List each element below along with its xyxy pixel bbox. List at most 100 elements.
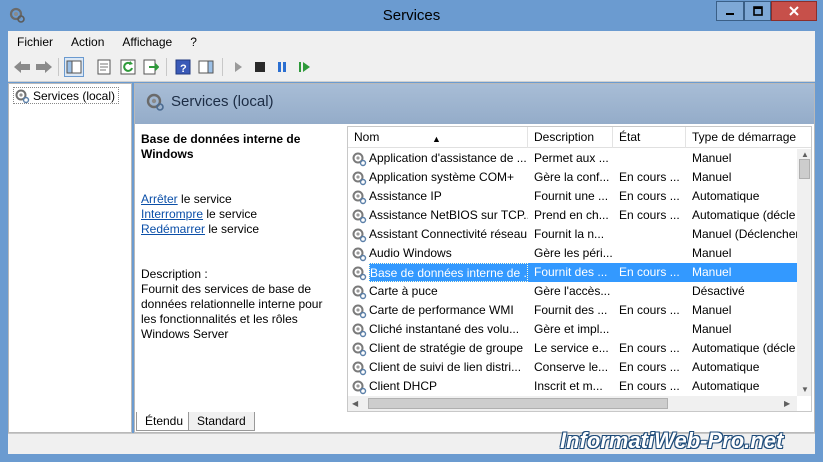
table-row[interactable]: Assistance NetBIOS sur TCP... Prend en ch… (348, 206, 797, 225)
service-description: Prend en ch... (534, 208, 609, 222)
service-state: En cours ... (619, 341, 680, 355)
tree-item-services-local[interactable]: Services (local) (13, 87, 120, 104)
table-row[interactable]: Client DHCP Inscrit et m... En cours ... Au… (348, 377, 797, 396)
column-header-description[interactable]: Description (528, 127, 613, 148)
service-description: Le service e... (534, 341, 609, 355)
service-startup-type: Manuel (692, 151, 732, 165)
export-list-button[interactable] (141, 57, 161, 77)
show-hide-console-tree-button[interactable] (64, 57, 84, 77)
menu-action[interactable]: Action (62, 32, 113, 52)
table-row[interactable]: Cliché instantané des volu... Gère et imp… (348, 320, 797, 339)
scroll-left-icon[interactable]: ◀ (352, 399, 358, 408)
name-cell: Carte de performance WMI (348, 301, 528, 320)
restart-service-button[interactable] (295, 57, 315, 77)
service-name: Cliché instantané des volu... (369, 322, 520, 336)
scroll-down-icon[interactable]: ▼ (801, 385, 809, 394)
properties-button[interactable] (94, 57, 114, 77)
start-service-button[interactable] (228, 57, 248, 77)
service-state (613, 282, 686, 301)
maximize-icon (752, 6, 763, 16)
service-state: En cours ... (619, 189, 680, 203)
maximize-button[interactable] (744, 1, 771, 21)
help-button[interactable]: ? (173, 57, 193, 77)
menu-help[interactable]: ? (181, 32, 206, 52)
pause-icon (278, 62, 286, 72)
tab-standard[interactable]: Standard (188, 412, 255, 431)
show-action-pane-button[interactable] (196, 57, 216, 77)
back-button[interactable] (12, 57, 32, 77)
table-row[interactable]: Assistance IP Fournit une ... En cours ...… (348, 187, 797, 206)
service-name: Application d'assistance de ... (369, 151, 527, 165)
name-cell: Application d'assistance de ... (348, 149, 528, 168)
service-state: En cours ... (619, 379, 680, 393)
help-icon: ? (175, 59, 191, 75)
service-name: Assistance IP (369, 189, 442, 203)
name-cell: Cliché instantané des volu... (348, 320, 528, 339)
service-name: Assistant Connectivité réseau (369, 227, 528, 241)
column-header-state[interactable]: État (613, 127, 686, 148)
service-gear-icon (352, 361, 367, 376)
service-startup-type: Automatique (692, 360, 760, 374)
name-cell: Client de suivi de lien distri... (348, 358, 528, 377)
service-name: Client de suivi de lien distri... (369, 360, 522, 374)
tab-extended[interactable]: Étendu (136, 412, 193, 431)
table-row[interactable]: Audio Windows Gère les péri... Manuel (348, 244, 797, 263)
pause-service-button[interactable] (272, 57, 292, 77)
menu-view[interactable]: Affichage (113, 32, 181, 52)
name-cell: Base de données interne de ... (348, 263, 528, 282)
service-startup-type: Automatique (692, 189, 760, 203)
service-description: Gère l'accès... (534, 284, 611, 298)
refresh-button[interactable] (118, 57, 138, 77)
toolbar-separator (58, 58, 59, 76)
close-icon (789, 6, 799, 16)
table-row[interactable]: Application système COM+ Gère la conf... E… (348, 168, 797, 187)
stop-service-link[interactable]: Arrêter (141, 192, 178, 206)
title-bar[interactable]: Services (0, 0, 823, 31)
horizontal-scroll-thumb[interactable] (368, 398, 668, 409)
service-name: Client DHCP (369, 379, 438, 393)
restart-service-link[interactable]: Redémarrer (141, 222, 205, 236)
minimize-icon (726, 13, 734, 15)
column-header-name[interactable]: Nom ▲ (348, 127, 528, 148)
table-row[interactable]: Base de données interne de ... Fournit de… (348, 263, 797, 282)
forward-button[interactable] (34, 57, 54, 77)
service-startup-type: Manuel (Déclencher (692, 227, 797, 241)
vertical-scroll-thumb[interactable] (799, 159, 810, 179)
minimize-button[interactable] (716, 1, 744, 21)
description-label: Description : (141, 267, 208, 281)
pause-service-link[interactable]: Interrompre (141, 207, 203, 221)
service-description: Fournit des ... (528, 263, 613, 282)
table-row[interactable]: Carte à puce Gère l'accès... Désactivé (348, 282, 797, 301)
watermark: InformatiWeb-Pro.net (560, 428, 784, 453)
properties-icon (97, 59, 111, 75)
service-state: En cours ... (619, 170, 680, 184)
table-row[interactable]: Assistant Connectivité réseau Fournit la … (348, 225, 797, 244)
table-row[interactable]: Client de suivi de lien distri... Conserv… (348, 358, 797, 377)
horizontal-scrollbar[interactable]: ◀ ▶ (348, 396, 797, 411)
table-row[interactable]: Client de stratégie de groupe Le service … (348, 339, 797, 358)
vertical-scrollbar[interactable]: ▲ ▼ (797, 149, 811, 396)
menu-file[interactable]: Fichier (8, 32, 62, 52)
stop-service-button[interactable] (250, 57, 270, 77)
table-row[interactable]: Application d'assistance de ... Permet au… (348, 149, 797, 168)
column-header-startup-type[interactable]: Type de démarrage (686, 127, 811, 148)
column-header-label: Nom (354, 130, 380, 144)
menu-bar: Fichier Action Affichage ? (8, 31, 815, 53)
pane-header: Services (local) (135, 84, 814, 124)
name-cell: Application système COM+ (348, 168, 528, 187)
service-name: Client de stratégie de groupe (369, 341, 524, 355)
tree-item-label: Services (local) (33, 88, 116, 103)
service-state (613, 225, 686, 244)
service-startup-type: Manuel (692, 303, 732, 317)
main-pane: Services (local) Base de données interne… (134, 83, 815, 433)
console-tree: Services (local) (8, 83, 132, 433)
service-gear-icon (352, 266, 367, 281)
close-button[interactable] (771, 1, 817, 21)
scroll-up-icon[interactable]: ▲ (801, 150, 809, 159)
name-cell: Audio Windows (348, 244, 528, 263)
table-row[interactable]: Carte de performance WMI Fournit des ... E… (348, 301, 797, 320)
description-pane: Base de données interne de Windows Arrêt… (141, 132, 343, 412)
action-suffix: le service (205, 222, 260, 236)
service-state: En cours ... (619, 360, 680, 374)
scroll-right-icon[interactable]: ▶ (784, 399, 790, 408)
